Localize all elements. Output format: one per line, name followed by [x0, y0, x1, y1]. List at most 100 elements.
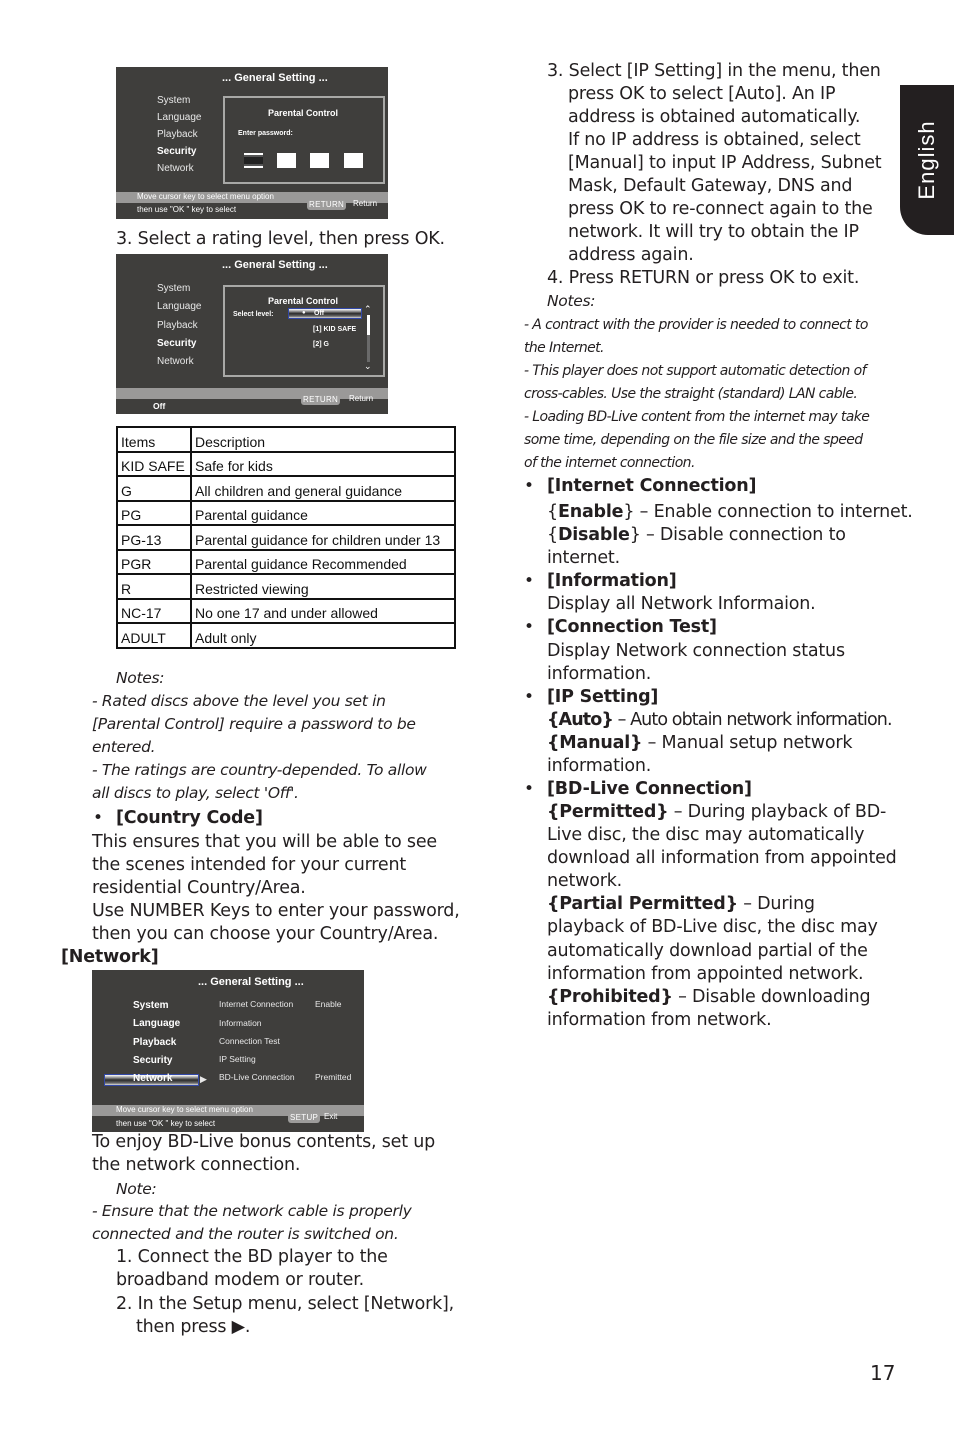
- hint-line-2: then use "OK " key to select: [116, 1119, 216, 1128]
- osd-menu-security[interactable]: Security: [133, 1055, 172, 1066]
- osd-menu-playback[interactable]: Playback: [157, 129, 198, 140]
- rating-item: PG: [116, 499, 192, 526]
- osd-menu-language[interactable]: Language: [157, 112, 202, 123]
- return-key-label: Return: [349, 394, 374, 403]
- step-3-line: press OK to select [Auto]. An IP: [568, 84, 836, 104]
- disable-key: Disable: [557, 525, 630, 545]
- level-option-g[interactable]: [2] G: [313, 341, 329, 348]
- setting-connection-test[interactable]: Connection Test: [219, 1036, 280, 1046]
- osd-menu-playback[interactable]: Playback: [133, 1037, 176, 1048]
- return-key-label: Return: [353, 199, 378, 208]
- setting-bd-live-connection[interactable]: BD-Live Connection: [219, 1072, 295, 1082]
- partial-line: information from appointed network.: [547, 964, 864, 984]
- selected-dot-icon: ●: [302, 310, 306, 316]
- select-level-label: Select level:: [233, 311, 274, 318]
- osd-menu-system[interactable]: System: [133, 1000, 169, 1011]
- level-option-off[interactable]: Off: [314, 310, 324, 317]
- step-3: 3. Select [IP Setting] in the menu, then: [547, 61, 881, 81]
- internet-connection-heading: [Internet Connection]: [547, 476, 757, 496]
- prohibited-option: {Prohibited} – Disable downloading: [547, 986, 871, 1009]
- step-1-cont: broadband modem or router.: [116, 1270, 364, 1290]
- bullet-icon: •: [524, 571, 535, 591]
- page-number: 17: [870, 1361, 896, 1385]
- table-row: ADULT Adult only: [116, 622, 456, 649]
- step-3-line: address again.: [568, 245, 694, 265]
- scroll-up-icon[interactable]: ⌃: [364, 305, 372, 314]
- password-digit-3[interactable]: [310, 153, 329, 168]
- step-3-line: network. It will try to obtain the IP: [568, 222, 859, 242]
- rating-item: ADULT: [116, 622, 192, 649]
- level-option-selected[interactable]: [288, 308, 362, 319]
- current-level-status: Off: [153, 401, 166, 411]
- osd-menu-security[interactable]: Security: [157, 146, 196, 157]
- note-line: - Rated discs above the level you set in: [92, 692, 386, 710]
- arrow-right-icon: ▶: [200, 1074, 207, 1084]
- auto-option: {Auto} – Auto obtain network information…: [547, 709, 893, 732]
- rating-description: Parental guidance for children under 13: [190, 524, 456, 551]
- osd-title: ... General Setting ...: [198, 976, 304, 988]
- osd-menu-language[interactable]: Language: [133, 1018, 180, 1029]
- header-description: Description: [190, 426, 456, 453]
- osd-menu-network[interactable]: Network: [157, 356, 194, 367]
- permitted-line: network.: [547, 871, 623, 891]
- setting-information[interactable]: Information: [219, 1018, 262, 1028]
- note-line: entered.: [92, 738, 156, 756]
- bullet-icon: •: [93, 808, 104, 828]
- osd-menu-security[interactable]: Security: [157, 338, 196, 349]
- rating-description: Safe for kids: [190, 450, 456, 477]
- note-line: - Loading BD-Live content from the inter…: [524, 409, 870, 425]
- step-2-cont: then press ▶.: [136, 1317, 251, 1337]
- password-digit-4[interactable]: [344, 153, 363, 168]
- password-digit-1[interactable]: [244, 153, 263, 168]
- note-line: the Internet.: [524, 340, 605, 356]
- rating-item: KID SAFE: [116, 450, 192, 477]
- setting-bd-live-connection-value: Premitted: [315, 1072, 352, 1082]
- permitted-desc: – During playback of BD-: [668, 802, 887, 822]
- scroll-down-icon[interactable]: ⌄: [364, 362, 372, 371]
- country-code-line: then you can choose your Country/Area.: [92, 924, 439, 944]
- step-3-select-rating: 3. Select a rating level, then press OK.: [116, 229, 445, 249]
- setting-internet-connection[interactable]: Internet Connection: [219, 999, 293, 1009]
- bullet-icon: •: [524, 476, 535, 496]
- note-line: [Parental Control] require a password to…: [92, 715, 416, 733]
- information-heading: [Information]: [547, 571, 677, 591]
- auto-key: {Auto}: [547, 710, 614, 730]
- table-row: KID SAFE Safe for kids: [116, 450, 456, 477]
- rating-description: Adult only: [190, 622, 456, 649]
- osd-menu-system[interactable]: System: [157, 95, 190, 106]
- step-2: 2. In the Setup menu, select [Network],: [116, 1294, 455, 1314]
- bullet-icon: •: [524, 687, 535, 707]
- information-desc: Display all Network Informaion.: [547, 594, 816, 614]
- panel-title: Parental Control: [268, 296, 339, 306]
- osd-menu-network[interactable]: Network: [133, 1073, 172, 1084]
- osd-title: ... General Setting ...: [222, 259, 328, 271]
- country-code-line: residential Country/Area.: [92, 878, 306, 898]
- rating-description: No one 17 and under allowed: [190, 597, 456, 624]
- osd-menu-playback[interactable]: Playback: [157, 320, 198, 331]
- return-key-button[interactable]: RETURN: [307, 200, 347, 210]
- note-line: some time, depending on the file size an…: [524, 432, 863, 448]
- scrollbar-thumb[interactable]: [367, 315, 370, 335]
- osd-menu-network[interactable]: Network: [157, 163, 194, 174]
- level-option-kid-safe[interactable]: [1] KID SAFE: [313, 326, 356, 333]
- setup-key-button[interactable]: SETUP: [288, 1113, 321, 1123]
- connection-test-desc-cont: information.: [547, 664, 652, 684]
- network-heading: [Network]: [61, 947, 159, 967]
- partial-line: playback of BD-Live disc, the disc may: [547, 917, 878, 937]
- password-digit-2[interactable]: [277, 153, 296, 168]
- disable-desc: – Disable connection to: [640, 525, 846, 545]
- osd-menu-system[interactable]: System: [157, 283, 190, 294]
- step-3-line: If no IP address is obtained, select: [568, 130, 861, 150]
- table-header-row: Items Description: [116, 426, 456, 453]
- rating-description: All children and general guidance: [190, 475, 456, 502]
- hint-line-2: then use "OK " key to select: [137, 205, 237, 214]
- partial-permitted-desc: – During: [737, 894, 815, 914]
- setting-ip-setting[interactable]: IP Setting: [219, 1054, 256, 1064]
- permitted-option: {Permitted} – During playback of BD-: [547, 801, 886, 824]
- bullet-icon: •: [524, 617, 535, 637]
- table-row: NC-17 No one 17 and under allowed: [116, 597, 456, 624]
- table-row: PG Parental guidance: [116, 499, 456, 526]
- osd-title: ... General Setting ...: [222, 72, 328, 84]
- osd-menu-language[interactable]: Language: [157, 301, 202, 312]
- return-key-button[interactable]: RETURN: [301, 395, 341, 405]
